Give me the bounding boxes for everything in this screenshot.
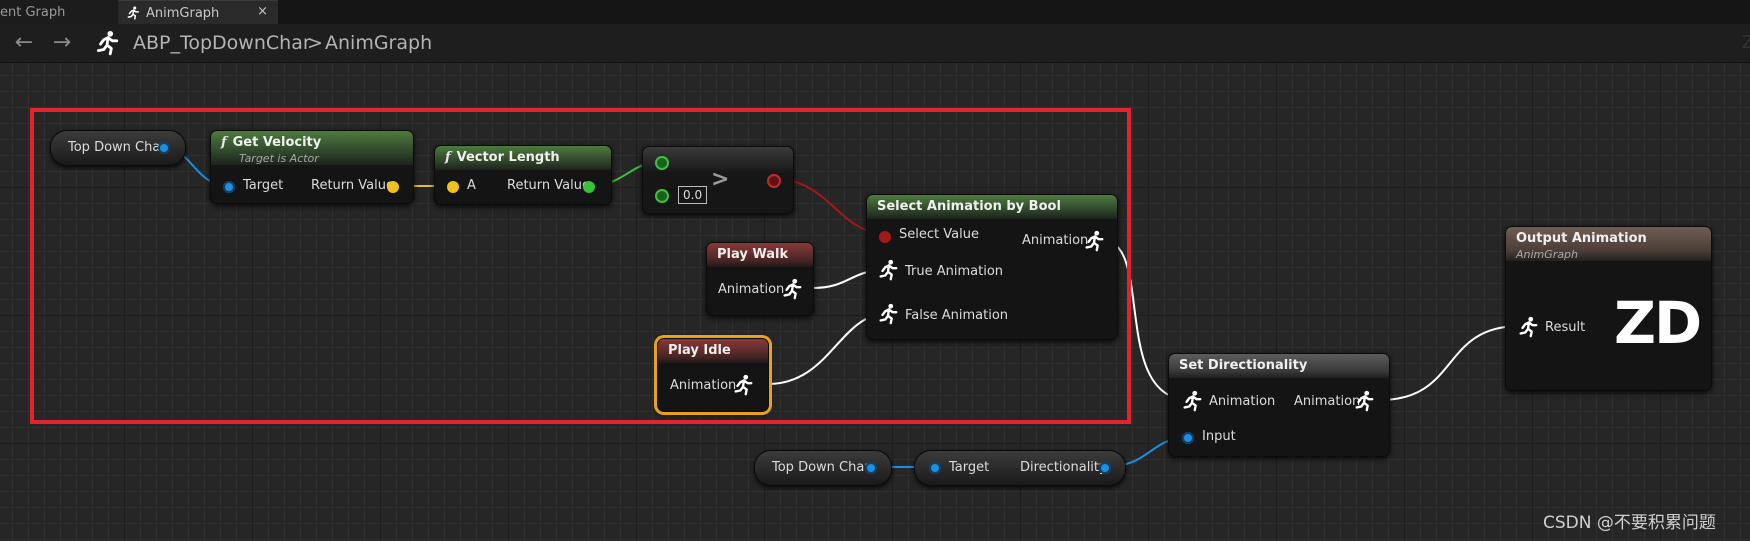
const-value-field[interactable]: 0.0 [678, 186, 708, 204]
pin-label: Target [949, 460, 990, 475]
node-title: Vector Length [456, 150, 560, 165]
vector-output-pin[interactable] [387, 181, 399, 193]
directionality-getter[interactable]: Target Directionality [914, 450, 1126, 486]
node-title: Set Directionality [1179, 358, 1308, 373]
object-input-pin[interactable] [1182, 432, 1194, 444]
output-animation-node[interactable]: Output Animation AnimGraph Result ZD [1505, 226, 1712, 391]
pin-label: Result [1545, 320, 1586, 335]
object-input-pin[interactable] [929, 462, 941, 474]
wire-setdir-to-result [1379, 325, 1521, 401]
node-title: Output Animation [1516, 231, 1647, 246]
pin-label: Target [243, 178, 284, 193]
vector-length-node[interactable]: f Vector Length A Return Value [434, 145, 612, 205]
float-input-pin-a[interactable] [655, 156, 669, 170]
node-header: Output Animation AnimGraph [1506, 227, 1711, 261]
pose-input-pin-icon[interactable] [1181, 389, 1203, 413]
pin-label: Animation [670, 378, 737, 393]
pin-label: Directionality [1020, 460, 1107, 475]
node-subtitle: Target is Actor [239, 152, 319, 165]
object-output-pin[interactable] [1099, 462, 1111, 474]
node-header: Select Animation by Bool [867, 195, 1117, 219]
pose-output-pin-icon[interactable] [1353, 389, 1375, 413]
pin-label: Input [1202, 429, 1236, 444]
pin-label: Animation [1209, 394, 1276, 409]
pin-label: True Animation [905, 264, 1004, 279]
float-output-pin[interactable] [583, 181, 595, 193]
pin-label: Return Value [311, 178, 394, 193]
zd-logo: ZD [1614, 289, 1702, 357]
node-header: Play Walk [707, 243, 813, 267]
pin-label: A [467, 178, 476, 193]
select-animation-by-bool-node[interactable]: Select Animation by Bool Select Value An… [866, 194, 1118, 340]
vector-input-pin[interactable] [447, 181, 459, 193]
pin-label: Animation [718, 282, 785, 297]
pose-input-pin-icon[interactable] [1517, 315, 1539, 339]
object-output-pin[interactable] [158, 142, 170, 154]
pin-label: Return Value [507, 178, 590, 193]
function-icon: f [221, 135, 227, 150]
pose-output-pin-icon[interactable] [1083, 229, 1105, 253]
node-header: Set Directionality [1169, 354, 1389, 378]
bool-input-pin[interactable] [879, 231, 891, 243]
pose-input-pin-icon[interactable] [877, 302, 899, 326]
node-header: Play Idle [658, 339, 768, 363]
play-walk-node[interactable]: Play Walk Animation [706, 242, 814, 316]
pin-label: Animation [1022, 233, 1089, 248]
top-down-char-getter[interactable]: Top Down Char [50, 130, 186, 166]
node-title: Select Animation by Bool [877, 199, 1061, 214]
object-output-pin[interactable] [865, 462, 877, 474]
pose-input-pin-icon[interactable] [877, 258, 899, 282]
target-input-pin[interactable] [223, 181, 235, 193]
node-title: Get Velocity [232, 135, 322, 150]
getter-label: Top Down Char [772, 460, 870, 475]
node-header: f Vector Length [435, 146, 611, 170]
watermark: CSDN @不要积累问题 [1543, 513, 1716, 533]
pin-label: False Animation [905, 308, 1009, 323]
greater-than-node[interactable]: 0.0 > [642, 146, 794, 214]
node-title: Play Idle [668, 343, 731, 358]
set-directionality-node[interactable]: Set Directionality Animation Animation I… [1168, 353, 1390, 457]
greater-than-symbol: > [711, 167, 730, 192]
node-subtitle: AnimGraph [1516, 248, 1579, 261]
function-icon: f [445, 150, 451, 165]
bool-output-pin[interactable] [767, 174, 781, 188]
float-input-pin-b[interactable] [655, 189, 669, 203]
pose-output-pin-icon[interactable] [732, 373, 754, 397]
node-header: f Get Velocity Target is Actor [211, 131, 413, 165]
pin-label: Select Value [899, 227, 979, 242]
play-idle-node[interactable]: Play Idle Animation [657, 338, 769, 412]
top-down-char-getter[interactable]: Top Down Char [754, 450, 892, 486]
getter-label: Top Down Char [68, 140, 166, 155]
pin-label: Animation [1294, 394, 1361, 409]
node-title: Play Walk [717, 247, 789, 262]
get-velocity-node[interactable]: f Get Velocity Target is Actor Target Ret… [210, 130, 414, 204]
pose-output-pin-icon[interactable] [781, 277, 803, 301]
